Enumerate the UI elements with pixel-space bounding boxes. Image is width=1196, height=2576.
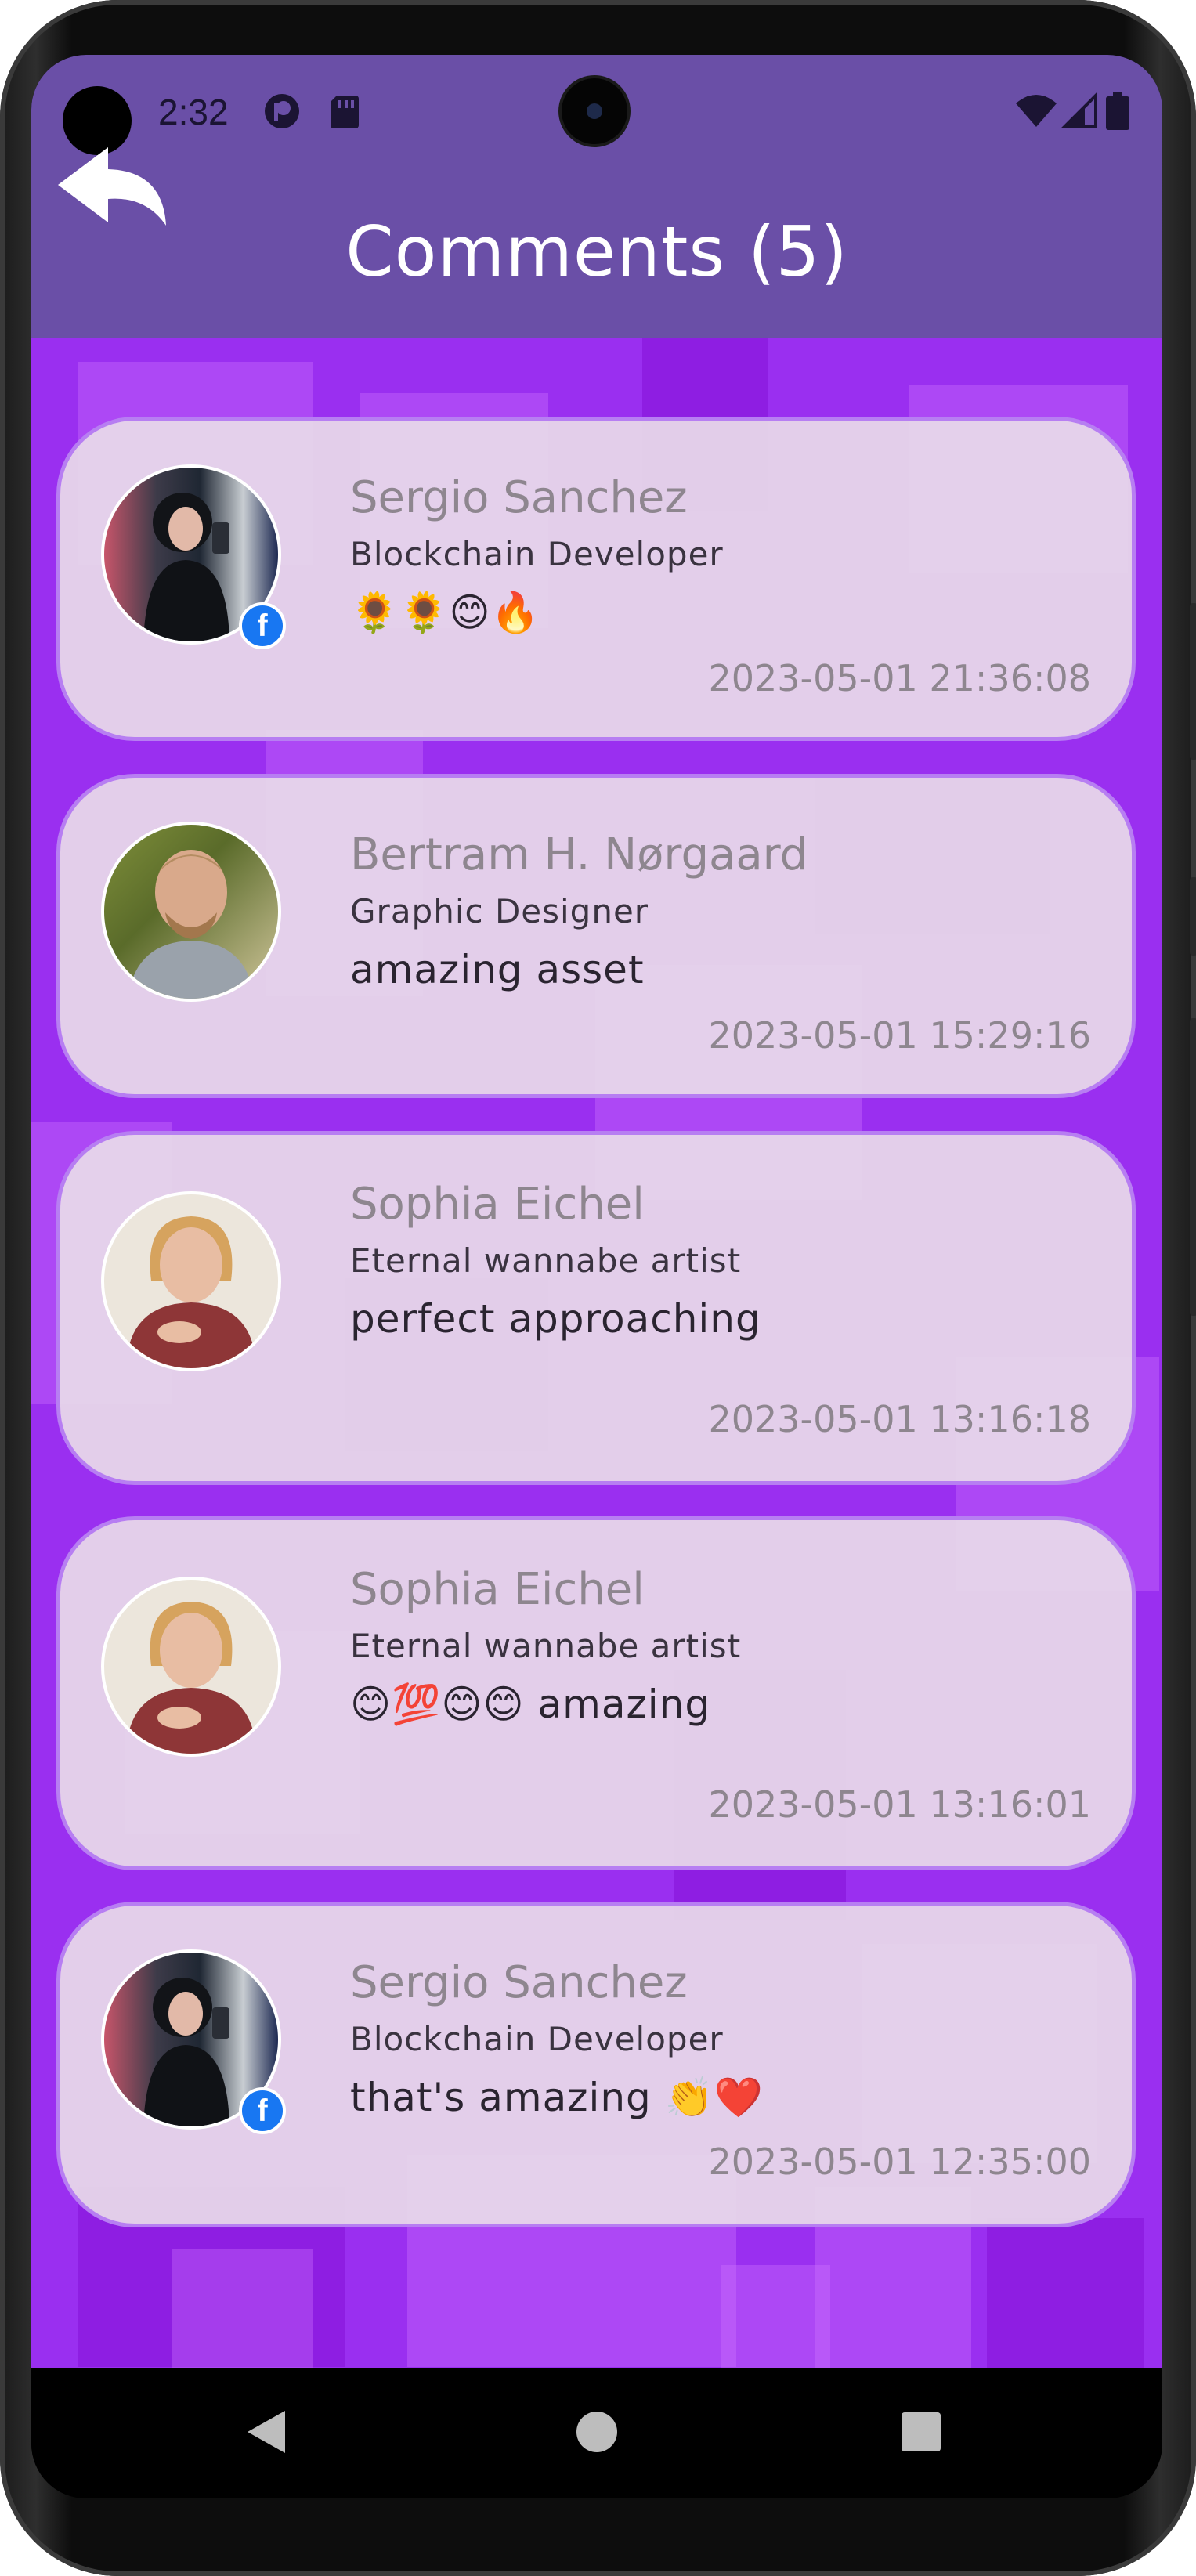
avatar[interactable]	[101, 822, 281, 1002]
comment-card[interactable]: f Sergio Sanchez Blockchain Developer 🌻🌻…	[56, 417, 1136, 741]
phone-frame: 2:32 Comments (5) f Sergio Sanchez Block…	[0, 0, 1196, 2576]
comment-text: perfect approaching	[350, 1296, 761, 1342]
navigation-bar	[31, 2368, 1162, 2498]
triangle-back-icon[interactable]	[244, 2408, 288, 2456]
commenter-name[interactable]: Sophia Eichel	[350, 1179, 645, 1230]
avatar-person-image	[126, 1602, 256, 1754]
front-camera	[562, 78, 627, 144]
signal-icon	[1061, 92, 1097, 128]
comment-timestamp: 2023-05-01 12:35:00	[708, 2141, 1091, 2183]
commenter-role: Graphic Designer	[350, 892, 649, 930]
comment-card[interactable]: f Sergio Sanchez Blockchain Developer th…	[56, 1902, 1136, 2227]
avatar[interactable]	[101, 1577, 281, 1757]
avatar-person-image	[126, 1216, 256, 1368]
square-recents-icon[interactable]	[899, 2408, 943, 2456]
avatar-person-image	[128, 850, 255, 999]
facebook-icon: f	[239, 602, 286, 649]
screen: 2:32 Comments (5) f Sergio Sanchez Block…	[31, 55, 1162, 2498]
comment-text: 😊💯😊😊 amazing	[350, 1682, 711, 1727]
commenter-role: Blockchain Developer	[350, 535, 724, 573]
status-time: 2:32	[158, 92, 229, 132]
facebook-icon: f	[239, 2087, 286, 2134]
comment-text: 🌻🌻😊🔥	[350, 590, 540, 635]
comment-text: amazing asset	[350, 947, 645, 992]
wifi-icon	[1016, 95, 1057, 127]
comment-card[interactable]: Sophia Eichel Eternal wannabe artist per…	[56, 1131, 1136, 1485]
commenter-role: Blockchain Developer	[350, 2020, 724, 2058]
app-notification-icon	[265, 94, 299, 128]
comment-timestamp: 2023-05-01 15:29:16	[708, 1014, 1091, 1057]
comment-timestamp: 2023-05-01 13:16:01	[708, 1783, 1091, 1826]
commenter-name[interactable]: Sergio Sanchez	[350, 1957, 688, 2008]
status-bar: 2:32	[31, 55, 1162, 164]
comment-card[interactable]: Sophia Eichel Eternal wannabe artist 😊💯😊…	[56, 1516, 1136, 1870]
commenter-name[interactable]: Sergio Sanchez	[350, 472, 688, 523]
circle-home-icon[interactable]	[575, 2408, 619, 2456]
avatar[interactable]	[101, 1191, 281, 1371]
comments-list[interactable]: f Sergio Sanchez Blockchain Developer 🌻🌻…	[31, 338, 1162, 2368]
commenter-name[interactable]: Bertram H. Nørgaard	[350, 829, 808, 880]
side-button	[1190, 1018, 1196, 1316]
page-title: Comments (5)	[345, 211, 848, 292]
commenter-role: Eternal wannabe artist	[350, 1241, 742, 1280]
power-button	[1190, 877, 1196, 956]
commenter-name[interactable]: Sophia Eichel	[350, 1564, 645, 1615]
comment-timestamp: 2023-05-01 21:36:08	[708, 657, 1091, 699]
comment-timestamp: 2023-05-01 13:16:18	[708, 1398, 1091, 1440]
volume-button	[1190, 603, 1196, 760]
comment-card[interactable]: Bertram H. Nørgaard Graphic Designer ama…	[56, 774, 1136, 1098]
sd-card-icon	[331, 96, 359, 128]
top-bar: 2:32 Comments (5)	[31, 55, 1162, 338]
comment-text: that's amazing 👏❤️	[350, 2075, 764, 2120]
battery-icon	[1106, 92, 1129, 130]
commenter-role: Eternal wannabe artist	[350, 1627, 742, 1665]
